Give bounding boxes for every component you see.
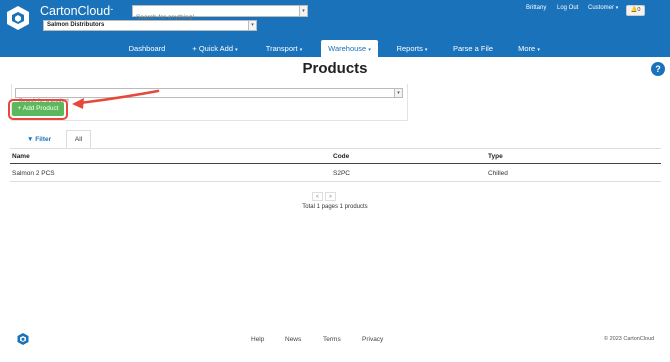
table-header-divider [10,163,661,164]
filter-tab[interactable]: ▼ Filter [27,136,51,143]
caret-down-icon: ▾ [424,47,428,53]
nav-dashboard-label: Dashboard [128,44,166,53]
chevron-down-icon[interactable]: ▾ [299,6,307,16]
column-header-name[interactable]: Name [12,153,30,160]
notifications-button[interactable]: 🔔0 [626,5,645,16]
caret-down-icon: ▾ [615,5,619,11]
copyright-text: © 2023 CartonCloud [604,336,655,342]
nav-transport[interactable]: Transport ▾ [258,40,310,57]
footer-link-news[interactable]: News [285,336,301,343]
notification-count: 0 [637,7,641,13]
chevron-down-icon[interactable]: ▾ [248,21,256,30]
nav-dashboard[interactable]: Dashboard [122,40,172,57]
help-icon[interactable]: ? [651,62,665,76]
nav-quick-add-label: + Quick Add [192,44,234,53]
company-select-value: Salmon Distributors [47,22,105,28]
footer-link-terms[interactable]: Terms [323,336,341,343]
nav-reports-label: Reports [396,44,423,53]
nav-warehouse-label: Warehouse [328,44,367,53]
nav-more-label: More [518,44,536,53]
product-search-input[interactable] [16,97,402,105]
caret-down-icon: ▾ [299,47,303,53]
caret-down-icon: ▾ [537,47,540,53]
tab-divider [10,148,661,149]
filter-tab-label: Filter [35,136,52,143]
column-header-type[interactable]: Type [488,153,503,160]
nav-warehouse[interactable]: Warehouse ▾ [321,40,378,57]
caret-down-icon: ▾ [235,47,238,53]
product-search[interactable]: ▾ [15,88,403,105]
add-product-button[interactable]: + Add Product [12,102,64,116]
nav-quick-add[interactable]: + Quick Add ▾ [183,40,247,57]
nav-parse-file[interactable]: Parse a File [446,40,500,57]
cartoncloud-logo-icon[interactable] [4,4,32,32]
pagination-prev-button[interactable]: < [312,192,323,201]
user-name-link[interactable]: Brittany [526,5,546,11]
pagination-next-button[interactable]: > [325,192,336,201]
filter-icon: ▼ [27,136,34,143]
tab-all[interactable]: All [66,130,91,149]
brand-text: CartonCloud [40,4,111,18]
company-select[interactable]: Salmon Distributors ▾ [43,20,257,31]
footer-link-help[interactable]: Help [251,336,264,343]
main-nav: Dashboard + Quick Add ▾ Transport ▾ Ware… [0,40,670,57]
table-cell-type: Chilled [488,170,508,177]
table-cell-name[interactable]: Salmon 2 PCS [12,170,55,177]
logout-link[interactable]: Log Out [557,5,578,11]
table-cell-code: S2PC [333,170,350,177]
pagination-summary: Total 1 pages 1 products [302,204,368,210]
customer-menu[interactable]: Customer ▾ [588,5,618,11]
nav-parse-file-label: Parse a File [452,44,494,53]
brand-name[interactable]: CartonCloud- [40,4,113,18]
top-navbar: CartonCloud- ▾ Salmon Distributors ▾ Bri… [0,0,670,57]
nav-transport-label: Transport [265,44,298,53]
footer-link-privacy[interactable]: Privacy [362,336,383,343]
caret-down-icon: ▾ [368,47,371,53]
cartoncloud-footer-logo-icon[interactable] [16,332,30,346]
table-row-divider [10,181,661,182]
column-header-code[interactable]: Code [333,153,349,160]
brand-suffix: - [110,4,114,14]
chevron-down-icon[interactable]: ▾ [394,89,402,97]
customer-menu-label: Customer [588,5,615,11]
page-title: Products [302,60,368,77]
nav-reports[interactable]: Reports ▾ [390,40,434,57]
nav-more[interactable]: More ▾ [510,40,548,57]
global-search[interactable]: ▾ [132,5,308,23]
